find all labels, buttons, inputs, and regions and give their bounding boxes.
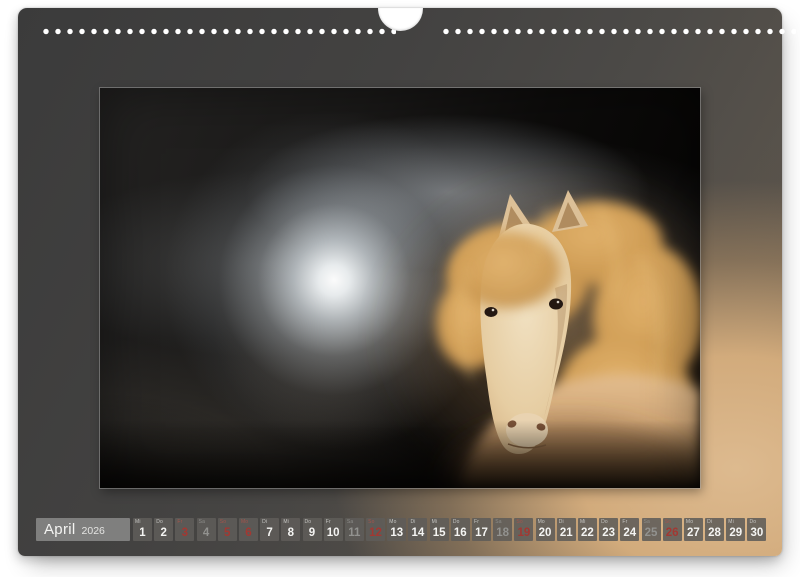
day-number: 27 bbox=[684, 527, 703, 539]
weekday-label: Mo bbox=[538, 520, 545, 525]
day-number: 25 bbox=[642, 527, 661, 539]
calendar-photo bbox=[100, 88, 700, 488]
day-cell-18: Sa 18 bbox=[493, 518, 512, 541]
day-cell-3: Fr 3 bbox=[175, 518, 194, 541]
weekday-label: Di bbox=[262, 520, 267, 525]
day-number: 21 bbox=[557, 527, 576, 539]
day-number: 26 bbox=[663, 527, 682, 539]
weekday-label: So bbox=[665, 520, 672, 525]
weekday-label: Do bbox=[749, 520, 756, 525]
weekday-label: Do bbox=[305, 520, 312, 525]
day-number: 12 bbox=[366, 527, 385, 539]
weekday-label: Di bbox=[707, 520, 712, 525]
day-cell-2: Do 2 bbox=[154, 518, 173, 541]
day-cell-24: Fr 24 bbox=[620, 518, 639, 541]
weekday-label: Di bbox=[559, 520, 564, 525]
weekday-label: So bbox=[220, 520, 227, 525]
day-cell-9: Do 9 bbox=[303, 518, 322, 541]
day-cell-4: Sa 4 bbox=[197, 518, 216, 541]
day-cell-14: Di 14 bbox=[408, 518, 427, 541]
weekday-label: Mi bbox=[728, 520, 734, 525]
day-cell-28: Di 28 bbox=[705, 518, 724, 541]
day-number: 14 bbox=[408, 527, 427, 539]
day-number: 23 bbox=[599, 527, 618, 539]
day-number: 16 bbox=[451, 527, 470, 539]
weekday-label: Do bbox=[453, 520, 460, 525]
weekday-label: So bbox=[516, 520, 523, 525]
year-label: 2026 bbox=[82, 525, 105, 537]
weekday-label: Mo bbox=[241, 520, 248, 525]
day-number: 18 bbox=[493, 527, 512, 539]
day-cell-16: Do 16 bbox=[451, 518, 470, 541]
weekday-label: Mi bbox=[283, 520, 289, 525]
day-cell-5: So 5 bbox=[218, 518, 237, 541]
day-cell-27: Mo 27 bbox=[684, 518, 703, 541]
day-cell-21: Di 21 bbox=[557, 518, 576, 541]
weekday-label: So bbox=[368, 520, 375, 525]
date-strip-days: Mi1Do2Fr3Sa4So5Mo6Di7Mi8Do9Fr10Sa11So12M… bbox=[133, 518, 766, 541]
day-cell-19: So 19 bbox=[514, 518, 533, 541]
day-number: 15 bbox=[430, 527, 449, 539]
day-number: 8 bbox=[281, 527, 300, 539]
day-number: 22 bbox=[578, 527, 597, 539]
weekday-label: Do bbox=[601, 520, 608, 525]
day-cell-23: Do 23 bbox=[599, 518, 618, 541]
binding-holes-icon bbox=[440, 28, 796, 35]
day-cell-20: Mo 20 bbox=[536, 518, 555, 541]
day-number: 9 bbox=[303, 527, 322, 539]
weekday-label: Fr bbox=[474, 520, 479, 525]
day-number: 5 bbox=[218, 527, 237, 539]
weekday-label: Mo bbox=[389, 520, 396, 525]
weekday-label: Mo bbox=[686, 520, 693, 525]
day-number: 28 bbox=[705, 527, 724, 539]
day-cell-13: Mo 13 bbox=[387, 518, 406, 541]
month-label: April 2026 bbox=[36, 518, 130, 541]
month-name: April bbox=[44, 518, 76, 541]
day-number: 13 bbox=[387, 527, 406, 539]
weekday-label: Di bbox=[410, 520, 415, 525]
day-number: 7 bbox=[260, 527, 279, 539]
day-cell-15: Mi 15 bbox=[430, 518, 449, 541]
day-number: 30 bbox=[747, 527, 766, 539]
day-number: 11 bbox=[345, 527, 364, 539]
weekday-label: Fr bbox=[326, 520, 331, 525]
weekday-label: Sa bbox=[495, 520, 502, 525]
weekday-label: Sa bbox=[644, 520, 651, 525]
day-number: 20 bbox=[536, 527, 555, 539]
day-cell-17: Fr 17 bbox=[472, 518, 491, 541]
day-number: 1 bbox=[133, 527, 152, 539]
day-cell-7: Di 7 bbox=[260, 518, 279, 541]
weekday-label: Mi bbox=[135, 520, 141, 525]
day-number: 4 bbox=[197, 527, 216, 539]
horse-illustration bbox=[100, 88, 700, 488]
day-cell-11: Sa 11 bbox=[345, 518, 364, 541]
weekday-label: Sa bbox=[199, 520, 206, 525]
day-number: 2 bbox=[154, 527, 173, 539]
day-number: 24 bbox=[620, 527, 639, 539]
day-cell-1: Mi 1 bbox=[133, 518, 152, 541]
day-number: 17 bbox=[472, 527, 491, 539]
day-number: 19 bbox=[514, 527, 533, 539]
day-number: 29 bbox=[726, 527, 745, 539]
day-cell-29: Mi 29 bbox=[726, 518, 745, 541]
day-cell-25: Sa 25 bbox=[642, 518, 661, 541]
day-number: 10 bbox=[324, 527, 343, 539]
weekday-label: Sa bbox=[347, 520, 354, 525]
day-cell-26: So 26 bbox=[663, 518, 682, 541]
day-number: 3 bbox=[175, 527, 194, 539]
day-cell-30: Do 30 bbox=[747, 518, 766, 541]
weekday-label: Mi bbox=[580, 520, 586, 525]
binding-holes-icon bbox=[40, 28, 396, 35]
wall-calendar-mockup: April 2026 Mi1Do2Fr3Sa4So5Mo6Di7Mi8Do9Fr… bbox=[0, 0, 800, 577]
day-cell-22: Mi 22 bbox=[578, 518, 597, 541]
day-cell-10: Fr 10 bbox=[324, 518, 343, 541]
weekday-label: Do bbox=[156, 520, 163, 525]
weekday-label: Fr bbox=[622, 520, 627, 525]
day-cell-6: Mo 6 bbox=[239, 518, 258, 541]
day-cell-8: Mi 8 bbox=[281, 518, 300, 541]
weekday-label: Mi bbox=[432, 520, 438, 525]
day-cell-12: So 12 bbox=[366, 518, 385, 541]
weekday-label: Fr bbox=[177, 520, 182, 525]
day-number: 6 bbox=[239, 527, 258, 539]
